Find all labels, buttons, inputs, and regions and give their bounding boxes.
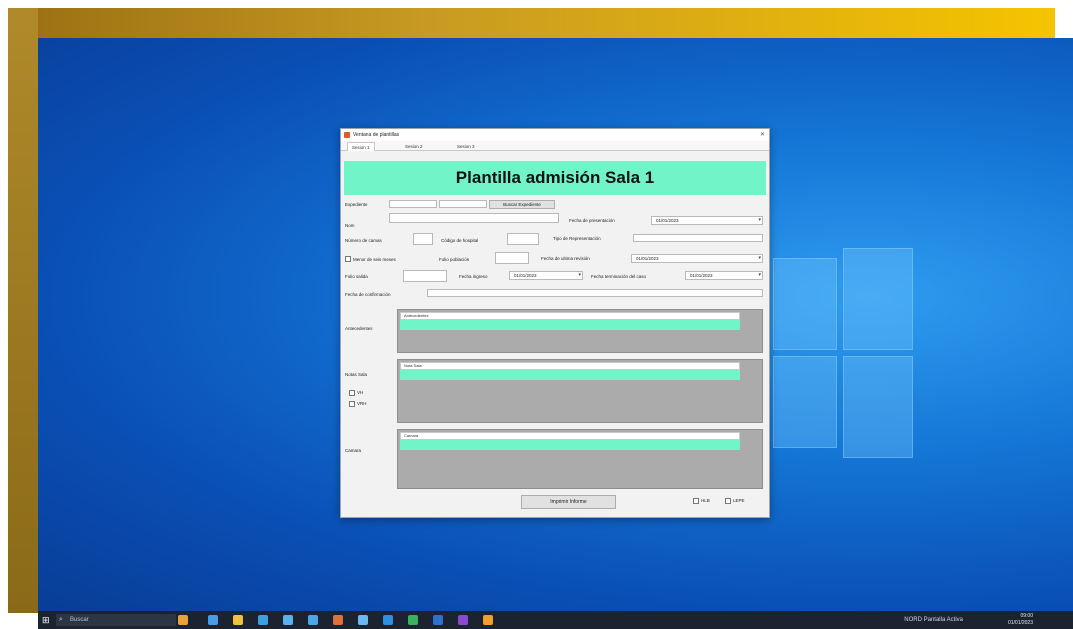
taskbar-app-icon[interactable] bbox=[358, 615, 368, 625]
codigo-hospital-label: Código de hospital bbox=[441, 238, 479, 243]
menor-seis-meses-label: Menor de seis meses bbox=[353, 257, 396, 262]
taskbar-app-icon[interactable] bbox=[258, 615, 268, 625]
taskbar-search-placeholder: Buscar bbox=[70, 617, 89, 623]
folio-poblacion-label: Folio población bbox=[439, 257, 470, 262]
hlb-label: HLB bbox=[701, 498, 710, 503]
notas-sala-grid-row[interactable] bbox=[400, 370, 740, 380]
fecha-ultima-revision-value: 01/01/2023 bbox=[636, 256, 659, 261]
tab-sesion-2[interactable]: Sesion 2 bbox=[401, 142, 427, 151]
nombre-input[interactable] bbox=[389, 213, 559, 223]
windows-logo-icon bbox=[773, 248, 913, 458]
tray-status[interactable]: NORD Pantalla Activa bbox=[904, 615, 963, 625]
fecha-confirmacion-input[interactable] bbox=[427, 289, 763, 297]
search-icon: ⌕ bbox=[59, 616, 63, 623]
fecha-terminacion-value: 01/01/2023 bbox=[690, 273, 713, 278]
fecha-presentacion-value: 01/01/2023 bbox=[656, 218, 679, 223]
fecha-ultima-revision-picker[interactable]: 01/01/2023 ▾ bbox=[631, 254, 763, 263]
taskbar-clock[interactable]: 09:00 01/01/2023 bbox=[1008, 613, 1033, 627]
taskbar-app-icon[interactable] bbox=[408, 615, 418, 625]
tab-strip: Sesion 1 Sesion 2 Sesion 3 bbox=[341, 141, 769, 151]
camara-grid-row[interactable] bbox=[400, 440, 740, 450]
fecha-terminacion-label: Fecha terminación del caso bbox=[591, 274, 647, 279]
codigo-hospital-input[interactable] bbox=[507, 233, 539, 245]
numero-camas-input[interactable] bbox=[413, 233, 433, 245]
vh-checkbox[interactable] bbox=[349, 390, 355, 396]
notas-sala-grid-header: Nota Sala bbox=[400, 362, 740, 370]
nombre-label: Nom bbox=[345, 223, 355, 228]
antecedentes-grid-header: Antecedentes bbox=[400, 312, 740, 320]
antecedentes-label: Antecedentes bbox=[345, 326, 373, 331]
notas-sala-grid[interactable]: Nota Sala bbox=[397, 359, 763, 423]
numero-camas-label: Número de camas bbox=[345, 238, 382, 243]
folio-salida-label: Folio salida bbox=[345, 274, 368, 279]
fecha-ultima-revision-label: Fecha de ultima revisión bbox=[541, 256, 590, 261]
gold-frame-left bbox=[8, 8, 38, 613]
calendar-dropdown-icon[interactable]: ▾ bbox=[758, 217, 761, 224]
fecha-ingreso-value: 01/01/2023 bbox=[514, 273, 537, 278]
close-icon[interactable]: ✕ bbox=[760, 129, 765, 141]
buscar-expediente-button[interactable]: Buscar Expediente bbox=[489, 200, 555, 209]
window-title: Ventana de plantillas bbox=[353, 132, 400, 138]
clock-time: 09:00 bbox=[1020, 613, 1033, 619]
vrh-checkbox[interactable] bbox=[349, 401, 355, 407]
camara-grid-header: Camara bbox=[400, 432, 740, 440]
fecha-presentacion-label: Fecha de presentación bbox=[569, 218, 615, 223]
folio-poblacion-input[interactable] bbox=[495, 252, 529, 264]
taskbar-app-icon[interactable] bbox=[433, 615, 443, 625]
vh-label: VH bbox=[357, 390, 364, 395]
taskbar-app-icon[interactable] bbox=[308, 615, 318, 625]
lepe-label: LEPE bbox=[733, 498, 745, 503]
header-band: Plantilla admisión Sala 1 bbox=[344, 161, 766, 195]
taskbar-app-icon[interactable] bbox=[333, 615, 343, 625]
antecedentes-grid[interactable]: Antecedentes bbox=[397, 309, 763, 353]
taskbar-app-icon[interactable] bbox=[483, 615, 493, 625]
expediente-input-1[interactable] bbox=[389, 200, 437, 208]
tab-sesion-3[interactable]: Sesion 3 bbox=[453, 142, 479, 151]
hlb-checkbox[interactable] bbox=[693, 498, 699, 504]
fecha-ingreso-label: Fecha ingreso bbox=[459, 274, 488, 279]
tab-sesion-1[interactable]: Sesion 1 bbox=[347, 142, 375, 151]
tipo-representacion-input[interactable] bbox=[633, 234, 763, 242]
window-titlebar[interactable]: Ventana de plantillas ✕ bbox=[341, 129, 769, 141]
taskbar: ⊞ ⌕ Buscar NORD Pantalla Activa 09:00 01… bbox=[38, 611, 1073, 629]
expediente-input-2[interactable] bbox=[439, 200, 487, 208]
fecha-confirmacion-label: Fecha de confirmación bbox=[345, 292, 391, 297]
menor-seis-meses-checkbox[interactable] bbox=[345, 256, 351, 262]
folder-icon[interactable] bbox=[233, 615, 243, 625]
lepe-checkbox[interactable] bbox=[725, 498, 731, 504]
clock-date: 01/01/2023 bbox=[1007, 620, 1033, 626]
folio-salida-input[interactable] bbox=[403, 270, 447, 282]
taskbar-app-icon[interactable] bbox=[208, 615, 218, 625]
page-title: Plantilla admisión Sala 1 bbox=[455, 168, 655, 187]
fecha-presentacion-picker[interactable]: 01/01/2023 ▾ bbox=[651, 216, 763, 225]
imprimir-informe-button[interactable]: Imprimir Informe bbox=[521, 495, 616, 509]
taskbar-app-icon[interactable] bbox=[178, 615, 188, 625]
camara-label: Camara bbox=[345, 448, 362, 453]
calendar-dropdown-icon[interactable]: ▾ bbox=[578, 272, 581, 279]
taskbar-app-icon[interactable] bbox=[283, 615, 293, 625]
tipo-representacion-label: Tipo de Representación bbox=[553, 236, 601, 241]
notas-sala-label: Notas Sala bbox=[345, 372, 368, 377]
camara-grid[interactable]: Camara bbox=[397, 429, 763, 489]
taskbar-search-input[interactable]: ⌕ Buscar bbox=[56, 614, 176, 626]
application-window[interactable]: Ventana de plantillas ✕ Sesion 1 Sesion … bbox=[340, 128, 770, 518]
expediente-label: Expediente bbox=[345, 202, 368, 207]
calendar-dropdown-icon[interactable]: ▾ bbox=[758, 272, 761, 279]
taskbar-app-icon[interactable] bbox=[458, 615, 468, 625]
gold-frame-top bbox=[8, 8, 1055, 38]
app-icon bbox=[344, 132, 350, 138]
fecha-ingreso-picker[interactable]: 01/01/2023 ▾ bbox=[509, 271, 583, 280]
antecedentes-grid-row[interactable] bbox=[400, 320, 740, 330]
vrh-label: VRH bbox=[357, 401, 367, 406]
fecha-terminacion-picker[interactable]: 01/01/2023 ▾ bbox=[685, 271, 763, 280]
start-icon[interactable]: ⊞ bbox=[42, 615, 52, 625]
taskbar-app-icon[interactable] bbox=[383, 615, 393, 625]
calendar-dropdown-icon[interactable]: ▾ bbox=[758, 255, 761, 262]
